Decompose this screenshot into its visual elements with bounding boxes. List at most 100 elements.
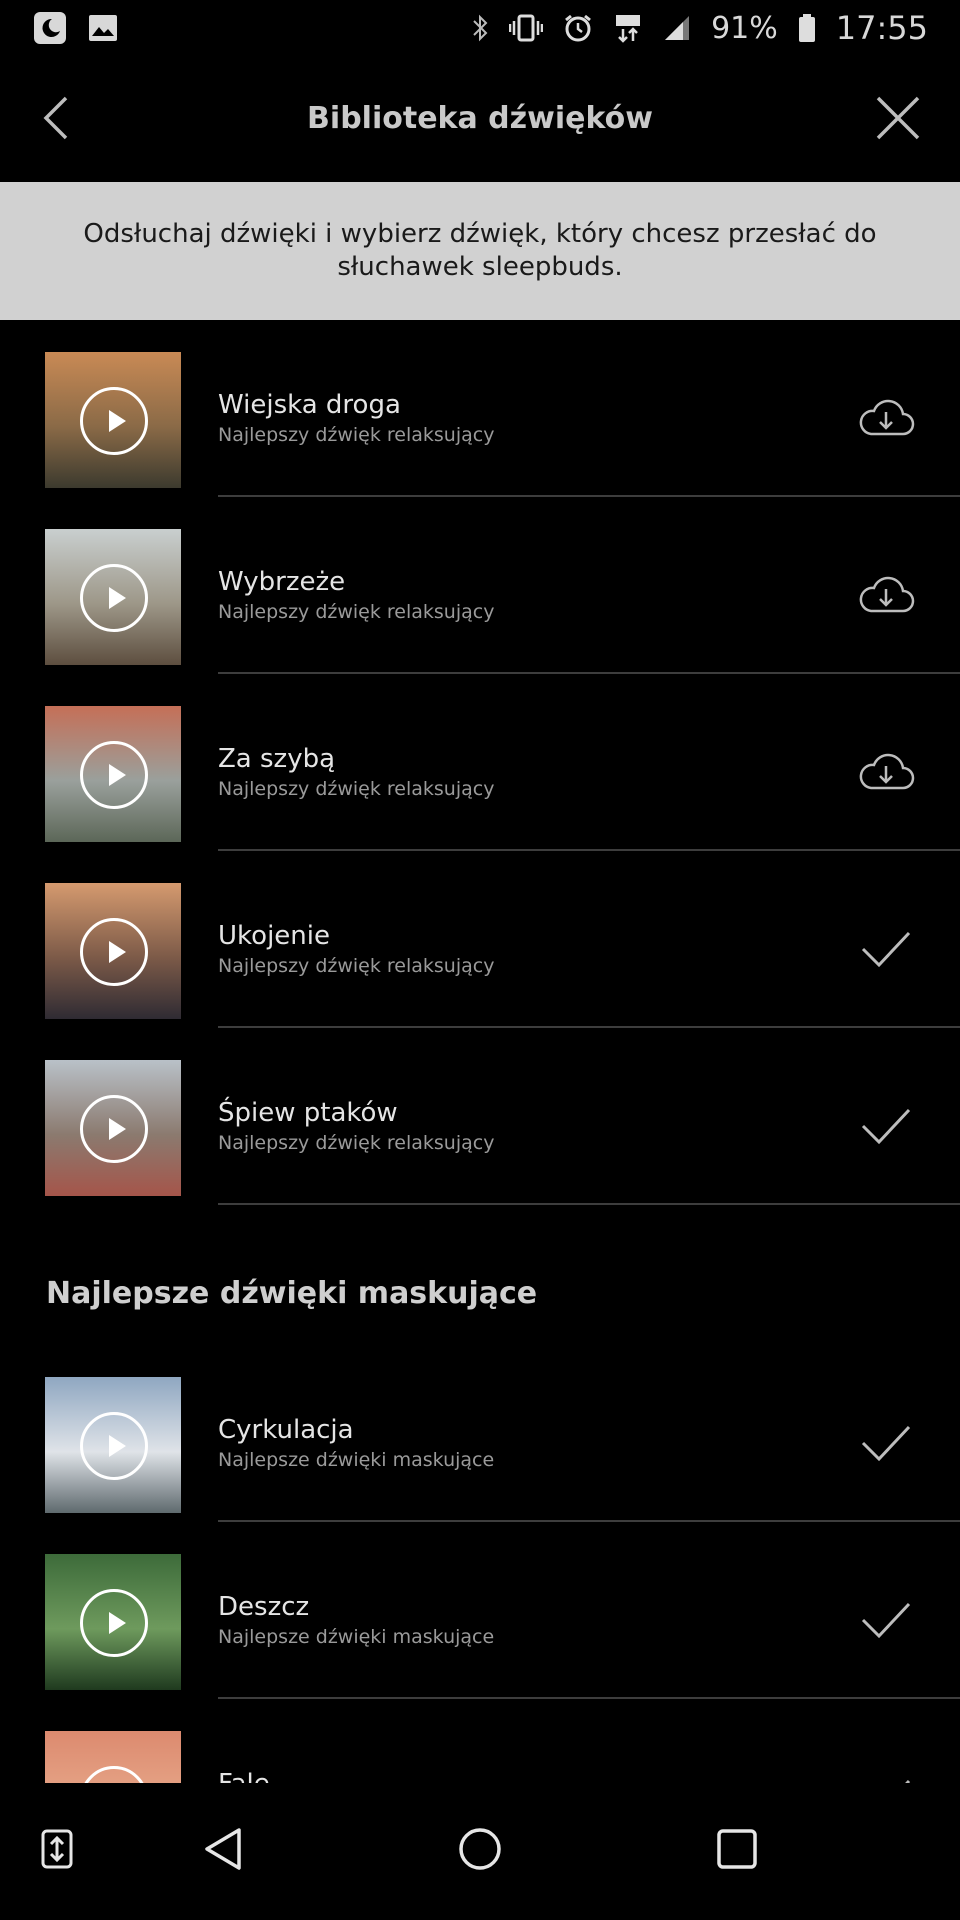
cloud-download-icon	[857, 750, 915, 794]
checkmark-icon	[859, 1600, 913, 1640]
recents-square-icon	[717, 1829, 757, 1869]
close-button[interactable]	[874, 94, 922, 142]
play-button[interactable]	[80, 564, 148, 632]
status-bar: 91% 17:55	[0, 0, 960, 56]
sound-list-item[interactable]: Wybrzeże Najlepszy dźwięk relaksujący	[0, 497, 960, 674]
cloud-download-icon	[857, 573, 915, 617]
nav-home-button[interactable]	[450, 1819, 510, 1879]
sound-subtitle: Najlepszy dźwięk relaksujący	[218, 778, 495, 800]
play-button[interactable]	[80, 741, 148, 809]
play-button[interactable]	[80, 1589, 148, 1657]
battery-icon	[798, 13, 816, 43]
banner-text: Odsłuchaj dźwięki i wybierz dźwięk, któr…	[83, 219, 877, 282]
sound-text: Cyrkulacja Najlepsze dźwięki maskujące	[218, 1415, 494, 1473]
sound-title: Za szybą	[218, 744, 336, 774]
sound-subtitle: Najlepszy dźwięk relaksujący	[218, 1132, 495, 1154]
chevron-left-icon	[43, 96, 68, 140]
nav-back-button[interactable]	[193, 1819, 253, 1879]
sound-list-item[interactable]: Cyrkulacja Najlepsze dźwięki maskujące	[0, 1345, 960, 1522]
sound-subtitle: Najlepsze dźwięki maskujące	[218, 1626, 495, 1648]
sound-thumbnail[interactable]	[45, 1731, 181, 1783]
cloud-download-icon	[857, 396, 915, 440]
screen-switch-icon	[41, 1829, 73, 1869]
play-icon	[108, 1118, 126, 1140]
signal-icon	[663, 14, 691, 42]
sound-text: Deszcz Najlepsze dźwięki maskujące	[218, 1592, 494, 1650]
home-circle-icon	[459, 1828, 501, 1870]
sound-subtitle: Najlepszy dźwięk relaksujący	[218, 424, 495, 446]
checkmark-icon	[859, 1423, 913, 1463]
installed-indicator	[856, 1419, 916, 1467]
play-icon	[108, 410, 126, 432]
play-icon	[108, 1435, 126, 1457]
back-button[interactable]	[38, 94, 78, 142]
sound-title: Śpiew ptaków	[218, 1098, 398, 1128]
clock: 17:55	[835, 9, 928, 47]
sound-thumbnail[interactable]	[45, 706, 181, 842]
sound-title: Wiejska droga	[218, 390, 401, 420]
installed-indicator	[856, 1773, 916, 1783]
sound-list-item[interactable]: Deszcz Najlepsze dźwięki maskujące	[0, 1522, 960, 1699]
sound-text: Wiejska droga Najlepszy dźwięk relaksując…	[218, 390, 494, 448]
sound-thumbnail[interactable]	[45, 1060, 181, 1196]
sound-text: Śpiew ptaków Najlepszy dźwięk relaksujący	[218, 1098, 494, 1156]
sound-subtitle: Najlepszy dźwięk relaksujący	[218, 601, 495, 623]
close-icon	[876, 96, 920, 140]
sound-list-item[interactable]: Śpiew ptaków Najlepszy dźwięk relaksujący	[0, 1028, 960, 1205]
sound-title: Fale	[218, 1769, 494, 1783]
download-button[interactable]	[856, 748, 916, 796]
download-button[interactable]	[856, 571, 916, 619]
sound-list-item[interactable]: Ukojenie Najlepszy dźwięk relaksujący	[0, 851, 960, 1028]
sound-title: Wybrzeże	[218, 567, 346, 597]
sound-text: FaleNajlepsze dźwięki maskujące	[218, 1769, 494, 1783]
sound-text: Wybrzeże Najlepszy dźwięk relaksujący	[218, 567, 494, 625]
battery-percent: 91%	[711, 10, 778, 46]
sound-list: Wiejska droga Najlepszy dźwięk relaksując…	[0, 320, 960, 1783]
sound-subtitle: Najlepszy dźwięk relaksujący	[218, 955, 495, 977]
sound-title: Ukojenie	[218, 921, 330, 951]
nav-recents-button[interactable]	[707, 1819, 767, 1879]
notification-icon	[32, 10, 68, 46]
sound-list-item[interactable]: Za szybą Najlepszy dźwięk relaksujący	[0, 674, 960, 851]
checkmark-icon	[859, 929, 913, 969]
sound-subtitle: Najlepsze dźwięki maskujące	[218, 1449, 495, 1471]
download-button[interactable]	[856, 394, 916, 442]
android-nav-bar	[0, 1783, 960, 1920]
sound-list-item[interactable]: Wiejska droga Najlepszy dźwięk relaksując…	[0, 320, 960, 497]
sound-title: Cyrkulacja	[218, 1415, 354, 1445]
play-icon	[108, 587, 126, 609]
play-icon	[108, 941, 126, 963]
installed-indicator	[856, 1596, 916, 1644]
sound-text: Za szybą Najlepszy dźwięk relaksujący	[218, 744, 494, 802]
play-button[interactable]	[80, 1766, 148, 1783]
sound-title: Deszcz	[218, 1592, 310, 1622]
lte-icon	[613, 13, 643, 43]
row-divider	[218, 1203, 960, 1205]
play-button[interactable]	[80, 1412, 148, 1480]
sound-text: Ukojenie Najlepszy dźwięk relaksujący	[218, 921, 494, 979]
app-header: Biblioteka dźwięków	[0, 56, 960, 180]
screen-switch-button[interactable]	[27, 1819, 87, 1879]
installed-indicator	[856, 925, 916, 973]
checkmark-icon	[859, 1106, 913, 1146]
alarm-icon	[563, 13, 593, 43]
sound-thumbnail[interactable]	[45, 352, 181, 488]
play-icon	[108, 764, 126, 786]
section-heading: Najlepsze dźwięki maskujące	[46, 1276, 538, 1311]
sound-list-item[interactable]: FaleNajlepsze dźwięki maskujące	[0, 1699, 960, 1783]
instruction-banner: Odsłuchaj dźwięki i wybierz dźwięk, któr…	[0, 182, 960, 320]
play-icon	[108, 1612, 126, 1634]
play-button[interactable]	[80, 1095, 148, 1163]
play-button[interactable]	[80, 387, 148, 455]
vibrate-icon	[509, 13, 544, 43]
sound-thumbnail[interactable]	[45, 1554, 181, 1690]
back-triangle-icon	[205, 1828, 241, 1870]
image-icon	[88, 14, 118, 42]
bluetooth-icon	[471, 13, 489, 43]
sound-thumbnail[interactable]	[45, 883, 181, 1019]
sound-thumbnail[interactable]	[45, 529, 181, 665]
play-button[interactable]	[80, 918, 148, 986]
sound-thumbnail[interactable]	[45, 1377, 181, 1513]
page-title: Biblioteka dźwięków	[307, 100, 653, 136]
